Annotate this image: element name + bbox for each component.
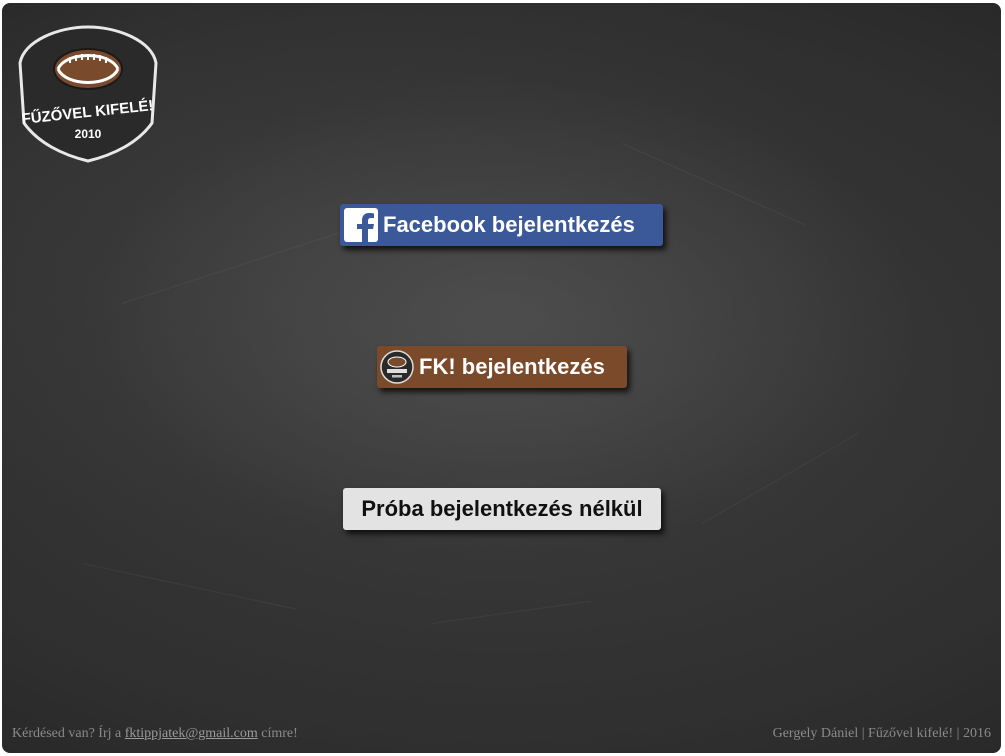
fk-logo-icon — [380, 350, 414, 384]
footer-contact: Kérdésed van? Írj a fktippjatek@gmail.co… — [12, 726, 298, 742]
footer-question-prefix: Kérdésed van? Írj a — [12, 726, 125, 741]
trial-login-button[interactable]: Próba bejelentkezés nélkül — [343, 488, 661, 530]
trial-login-label: Próba bejelentkezés nélkül — [361, 496, 643, 521]
fk-login-button[interactable]: FK! bejelentkezés — [377, 346, 627, 388]
facebook-icon — [344, 208, 378, 242]
fk-login-label: FK! bejelentkezés — [419, 354, 605, 379]
facebook-login-button[interactable]: Facebook bejelentkezés — [340, 204, 663, 246]
logo-year: 2010 — [75, 127, 102, 141]
footer-credits: Gergely Dániel | Fűzővel kifelé! | 2016 — [772, 726, 991, 741]
facebook-login-label: Facebook bejelentkezés — [383, 212, 635, 237]
fuzovel-kifele-logo[interactable]: FŰZŐVEL KIFELÉ! 2010 — [18, 23, 158, 163]
footer-question-suffix: címre! — [257, 726, 298, 741]
chalkboard-background: FŰZŐVEL KIFELÉ! 2010 Facebook bejelentke… — [2, 3, 1001, 753]
contact-email-link[interactable]: fktippjatek@gmail.com — [125, 726, 258, 741]
